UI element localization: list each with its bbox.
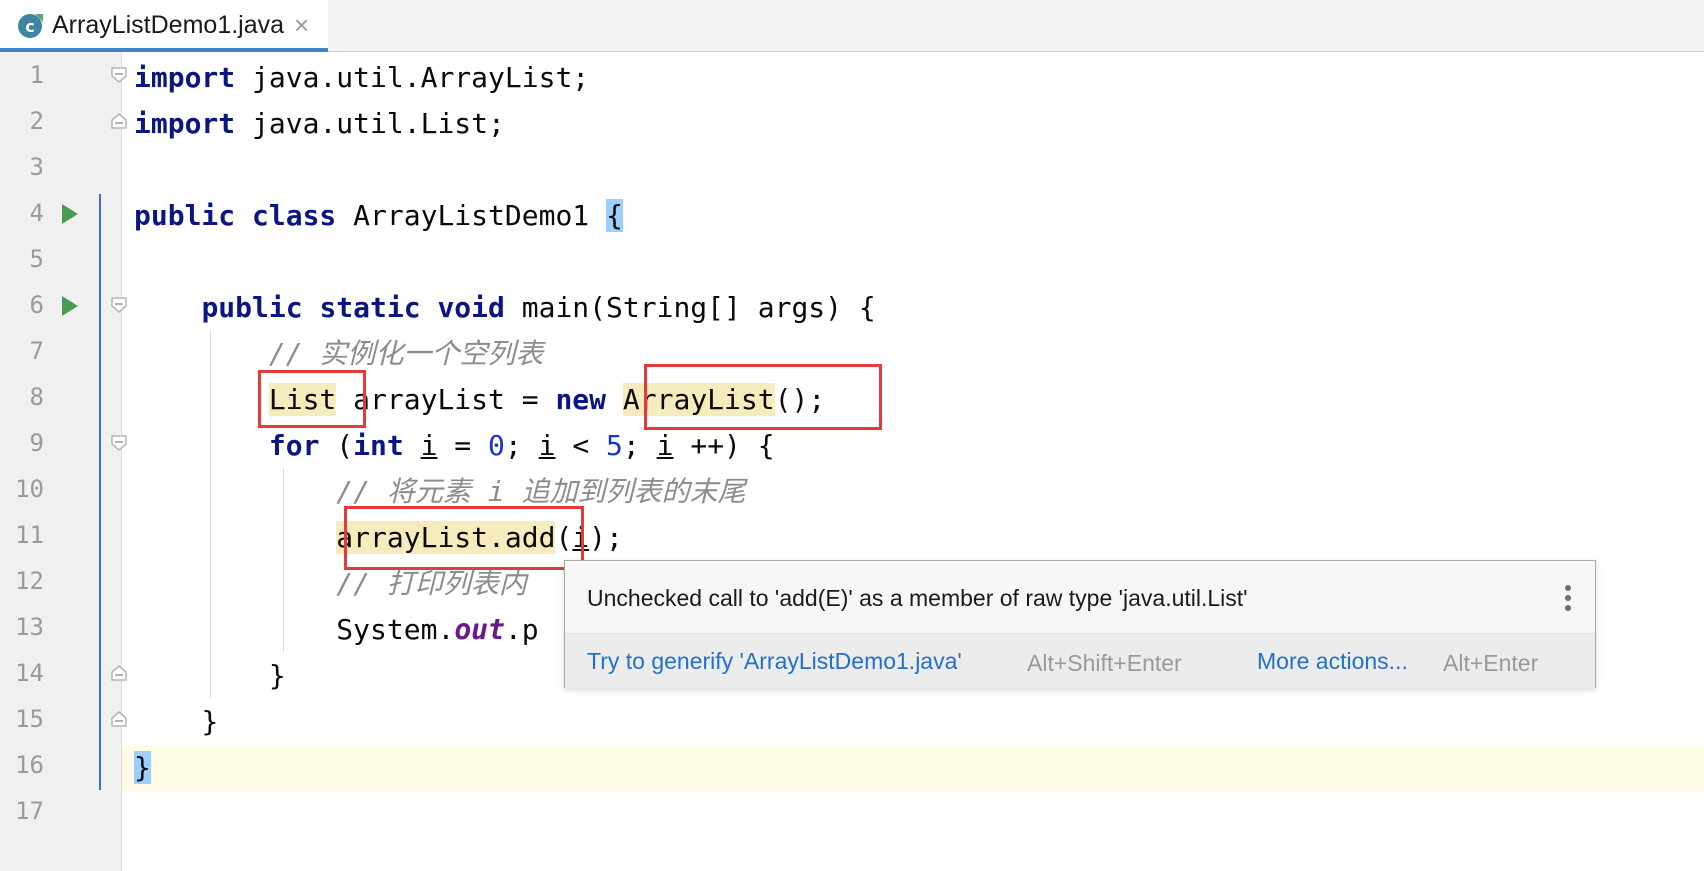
- line-number[interactable]: 4: [0, 190, 44, 236]
- matched-brace: {: [606, 199, 623, 232]
- current-line-highlight: [0, 746, 1704, 792]
- svg-text:c: c: [25, 17, 34, 36]
- matched-brace: }: [134, 751, 151, 784]
- run-icon[interactable]: [60, 202, 80, 226]
- close-icon[interactable]: ×: [294, 10, 309, 41]
- code-line-2[interactable]: import java.util.List;: [134, 101, 505, 147]
- line-number[interactable]: 1: [0, 52, 44, 98]
- annotation-box-list: [258, 370, 366, 428]
- popup-message: Unchecked call to 'add(E)' as a member o…: [587, 585, 1248, 611]
- java-class-icon: c: [18, 14, 43, 38]
- more-actions-link[interactable]: More actions...: [1257, 648, 1408, 675]
- fold-icon[interactable]: [110, 664, 128, 682]
- line-number[interactable]: 7: [0, 328, 44, 374]
- line-number[interactable]: 14: [0, 650, 44, 696]
- fold-icon[interactable]: [110, 434, 128, 452]
- gutter-change-marker: [99, 194, 101, 790]
- line-number[interactable]: 3: [0, 144, 44, 190]
- more-actions-shortcut: Alt+Enter: [1443, 650, 1539, 676]
- tab-arraylistdemo1[interactable]: c ArrayListDemo1.java ×: [0, 0, 328, 52]
- line-number[interactable]: 12: [0, 558, 44, 604]
- inspection-popup: Unchecked call to 'add(E)' as a member o…: [564, 560, 1596, 688]
- line-number[interactable]: 11: [0, 512, 44, 558]
- line-number[interactable]: 9: [0, 420, 44, 466]
- fold-icon[interactable]: [110, 112, 128, 130]
- generify-action-link[interactable]: Try to generify 'ArrayListDemo1.java': [587, 648, 962, 675]
- run-icon[interactable]: [60, 294, 80, 318]
- code-line-16[interactable]: }: [134, 745, 151, 791]
- editor-tab-bar: c ArrayListDemo1.java ×: [0, 0, 1704, 52]
- popup-actions-bar: Try to generify 'ArrayListDemo1.java' Al…: [565, 634, 1595, 688]
- line-number[interactable]: 8: [0, 374, 44, 420]
- fold-icon[interactable]: [110, 710, 128, 728]
- code-line-14[interactable]: }: [134, 653, 286, 699]
- code-line-15[interactable]: }: [134, 699, 218, 745]
- tab-title: ArrayListDemo1.java: [52, 11, 285, 39]
- code-line-6[interactable]: public static void main(String[] args) {: [134, 285, 875, 331]
- line-number[interactable]: 5: [0, 236, 44, 282]
- line-number[interactable]: 15: [0, 696, 44, 742]
- line-number[interactable]: 10: [0, 466, 44, 512]
- fold-icon[interactable]: [110, 66, 128, 84]
- line-number[interactable]: 6: [0, 282, 44, 328]
- code-line-4[interactable]: public class ArrayListDemo1 {: [134, 193, 623, 239]
- code-line-1[interactable]: import java.util.ArrayList;: [134, 55, 589, 101]
- annotation-box-arraylist: [644, 364, 882, 430]
- line-number[interactable]: 17: [0, 788, 44, 834]
- code-line-13[interactable]: System.out.p: [134, 607, 538, 653]
- generify-shortcut: Alt+Shift+Enter: [1027, 650, 1182, 676]
- line-number[interactable]: 16: [0, 742, 44, 788]
- fold-icon[interactable]: [110, 296, 128, 314]
- more-options-icon[interactable]: [1563, 583, 1573, 613]
- annotation-box-add: [344, 506, 584, 570]
- line-number[interactable]: 2: [0, 98, 44, 144]
- line-number[interactable]: 13: [0, 604, 44, 650]
